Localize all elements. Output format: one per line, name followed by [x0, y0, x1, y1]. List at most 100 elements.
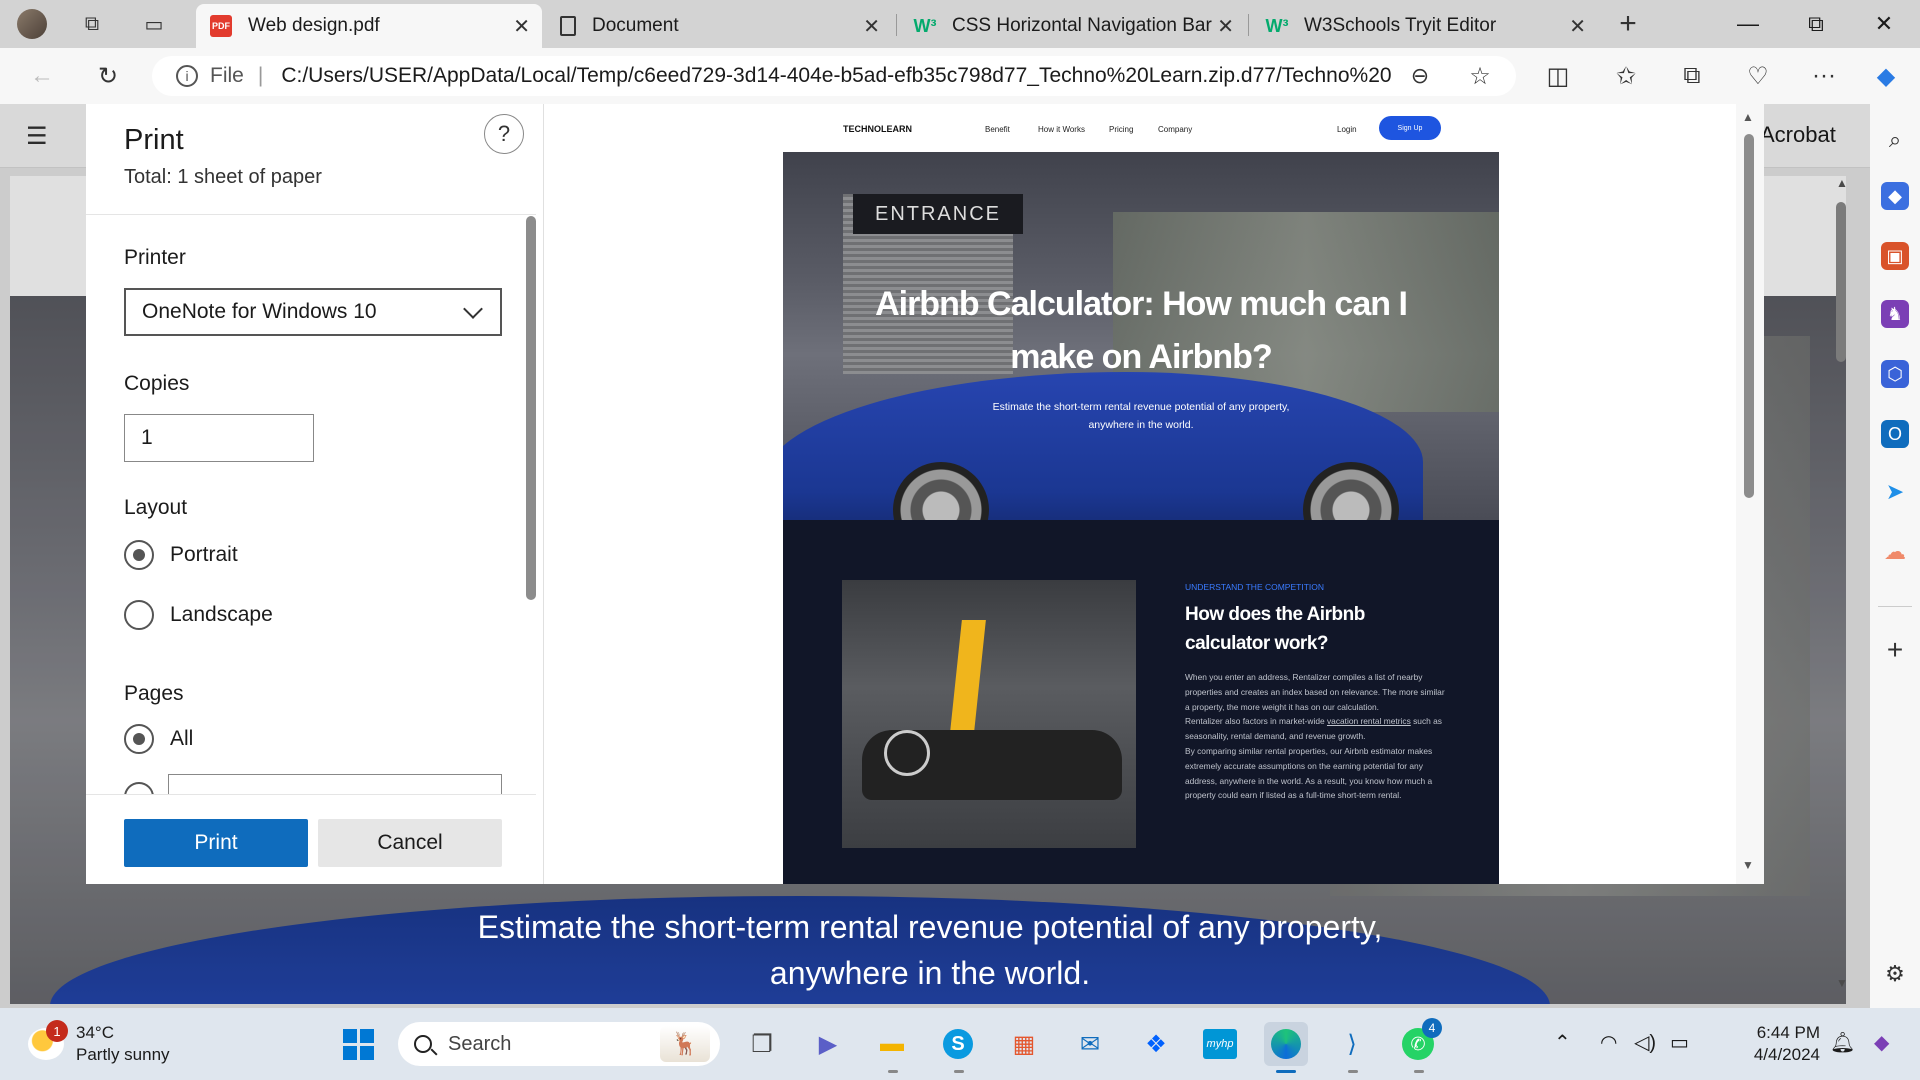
edge-icon[interactable]: [1264, 1022, 1308, 1066]
dropbox-icon[interactable]: ❖: [1134, 1022, 1178, 1066]
outlook-icon[interactable]: O: [1881, 420, 1909, 448]
search-highlight-icon: 🦌: [660, 1026, 710, 1062]
teams-icon[interactable]: ▶: [806, 1022, 850, 1066]
file-label: File: [210, 64, 244, 87]
myhp-icon[interactable]: myhp: [1198, 1022, 1242, 1066]
radio-selected: [124, 540, 154, 570]
paragraph: When you enter an address, Rentalizer co…: [1185, 672, 1445, 712]
settings-gear-icon[interactable]: ⚙: [1881, 960, 1909, 988]
address-bar[interactable]: i File | C:/Users/USER/AppData/Local/Tem…: [152, 56, 1516, 96]
add-icon[interactable]: +: [1881, 634, 1909, 665]
browser-essentials-icon[interactable]: ♡: [1740, 58, 1776, 94]
volume-icon[interactable]: ◁): [1634, 1030, 1656, 1055]
tools-icon[interactable]: ▣: [1881, 242, 1909, 270]
print-footer: Print Cancel: [86, 794, 536, 884]
wifi-icon[interactable]: ◠: [1600, 1030, 1617, 1055]
tab-w3schools-tryit[interactable]: W³ W3Schools Tryit Editor ✕: [1252, 4, 1598, 48]
cancel-button[interactable]: Cancel: [318, 819, 502, 867]
tab-css-navigation[interactable]: W³ CSS Horizontal Navigation Bar ✕: [900, 4, 1246, 48]
taskbar-search[interactable]: Search 🦌: [398, 1022, 720, 1066]
microsoft-365-icon[interactable]: ⬡: [1881, 360, 1909, 388]
print-button[interactable]: Print: [124, 819, 308, 867]
settings-scrollbar[interactable]: [526, 216, 536, 600]
scroll-up-icon[interactable]: ▲: [1742, 110, 1754, 124]
skype-icon[interactable]: S: [936, 1022, 980, 1066]
search-icon[interactable]: ⌕: [1881, 126, 1909, 154]
running-indicator: [954, 1070, 964, 1073]
restore-button[interactable]: ⧉: [1782, 0, 1850, 48]
time: 6:44 PM: [1756, 1023, 1820, 1042]
new-tab-icon[interactable]: +: [1612, 7, 1644, 40]
start-icon[interactable]: [336, 1022, 380, 1066]
show-hidden-icons-icon[interactable]: ⌃: [1554, 1030, 1571, 1055]
printer-label: Printer: [124, 246, 186, 269]
tab-document[interactable]: Document ✕: [546, 4, 892, 48]
running-indicator: [888, 1070, 898, 1073]
scroll-down-icon[interactable]: ▼: [1742, 858, 1754, 872]
weather-widget[interactable]: 1 34°C Partly sunny: [28, 1020, 170, 1066]
mercedes-logo: [884, 730, 930, 776]
zoom-icon[interactable]: ⊖: [1402, 58, 1438, 94]
minimize-button[interactable]: —: [1714, 0, 1782, 48]
info-icon[interactable]: i: [176, 65, 198, 87]
mail-icon[interactable]: ✉: [1068, 1022, 1112, 1066]
games-icon[interactable]: ♞: [1881, 300, 1909, 328]
vscode-icon[interactable]: ⟩: [1330, 1022, 1374, 1066]
tab-actions-icon[interactable]: ▭: [138, 8, 170, 40]
url-text[interactable]: C:/Users/USER/AppData/Local/Temp/c6eed72…: [281, 64, 1391, 88]
file-explorer-icon[interactable]: ▬: [870, 1022, 914, 1066]
whatsapp-icon[interactable]: ✆ 4: [1396, 1018, 1442, 1066]
close-icon[interactable]: ✕: [1217, 14, 1234, 39]
favorite-star-icon[interactable]: ☆: [1462, 58, 1498, 94]
copilot-icon[interactable]: ◆: [1868, 58, 1904, 94]
nav-link-company: Company: [1158, 125, 1193, 134]
radio-label: Landscape: [170, 603, 273, 626]
scroll-thumb[interactable]: [1744, 134, 1754, 498]
collections-icon[interactable]: ⧉: [1674, 58, 1710, 94]
more-menu-icon[interactable]: ···: [1806, 58, 1842, 94]
close-icon[interactable]: ✕: [863, 14, 880, 39]
w3schools-icon: W³: [1265, 15, 1289, 36]
drop-icon[interactable]: ☁: [1881, 538, 1909, 566]
copilot-pre-icon[interactable]: ◆: [1874, 1030, 1889, 1055]
active-indicator: [1276, 1070, 1296, 1073]
printer-value: OneNote for Windows 10: [142, 300, 377, 323]
refresh-icon[interactable]: ↻: [90, 58, 126, 94]
copies-input[interactable]: 1: [124, 414, 314, 462]
printer-select[interactable]: OneNote for Windows 10: [124, 288, 502, 336]
preview-scrollbar[interactable]: ▲ ▼: [1736, 104, 1764, 884]
battery-icon[interactable]: ▭: [1670, 1030, 1689, 1055]
close-window-button[interactable]: ✕: [1850, 0, 1918, 48]
notification-bell-icon[interactable]: 🔔︎: [1830, 1030, 1855, 1055]
search-icon: [414, 1035, 432, 1053]
task-view-icon[interactable]: ❐: [740, 1022, 784, 1066]
workspaces-icon[interactable]: ⧉: [76, 8, 108, 40]
shopping-icon[interactable]: ◆: [1881, 182, 1909, 210]
hero-title: Airbnb Calculator: How much can I make o…: [875, 285, 1408, 376]
help-button[interactable]: ?: [484, 114, 524, 154]
competition-section: UNDERSTAND THE COMPETITION How does the …: [783, 520, 1499, 884]
radio-selected: [124, 724, 154, 754]
tab-label: Document: [592, 15, 679, 36]
close-icon[interactable]: ✕: [1569, 14, 1586, 39]
microsoft-store-icon[interactable]: ▦: [1002, 1022, 1046, 1066]
tab-strip: ⧉ ▭ PDF Web design.pdf ✕ Document ✕ W³ C…: [0, 0, 1920, 48]
pages-all-radio[interactable]: All: [124, 724, 193, 754]
radio-label: All: [170, 727, 194, 750]
temperature: 34°C: [76, 1023, 114, 1042]
favorites-icon[interactable]: ✩: [1608, 58, 1644, 94]
clock[interactable]: 6:44 PM 4/4/2024: [1730, 1022, 1820, 1066]
metrics-link[interactable]: vacation rental metrics: [1327, 716, 1411, 726]
entrance-sign: ENTRANCE: [853, 194, 1023, 234]
signup-button: Sign Up: [1379, 116, 1441, 140]
partly-sunny-icon: 1: [28, 1020, 68, 1060]
send-icon[interactable]: ➤: [1881, 478, 1909, 506]
profile-avatar[interactable]: [16, 8, 48, 40]
split-screen-icon[interactable]: ◫: [1540, 58, 1576, 94]
close-icon[interactable]: ✕: [513, 14, 530, 39]
layout-portrait-radio[interactable]: Portrait: [124, 540, 238, 570]
weather-condition: Partly sunny: [76, 1045, 170, 1064]
tab-web-design-pdf[interactable]: PDF Web design.pdf ✕: [196, 4, 542, 48]
back-arrow-icon[interactable]: ←: [24, 58, 60, 94]
layout-landscape-radio[interactable]: Landscape: [124, 600, 273, 630]
